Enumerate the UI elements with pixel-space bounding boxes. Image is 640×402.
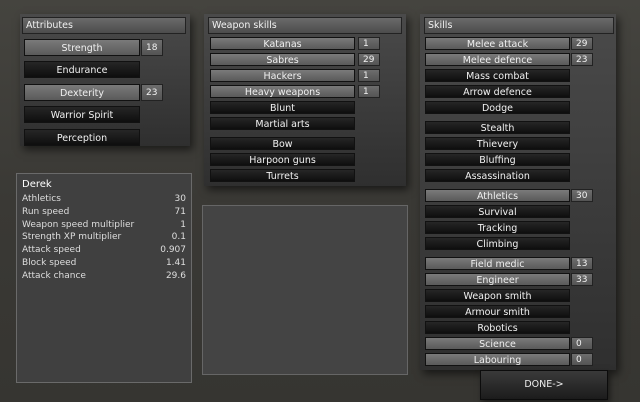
attr-dexterity-value: 23 [141, 84, 163, 101]
skill-field-medic-value: 13 [571, 257, 593, 270]
skill-robotics-button[interactable]: Robotics [425, 321, 570, 334]
attr-endurance-button[interactable]: Endurance [24, 61, 140, 78]
stat-value: 0.907 [160, 245, 186, 256]
stat-row: Strength XP multiplier 0.1 [22, 231, 186, 243]
stat-row: Attack speed 0.907 [22, 244, 186, 256]
skill-science-value: 0 [571, 337, 593, 350]
stat-value: 71 [174, 206, 186, 217]
attr-strength-value: 18 [141, 39, 163, 56]
stat-label: Block speed [22, 258, 77, 268]
stat-value: 0.1 [171, 232, 186, 243]
stat-row: Run speed 71 [22, 206, 186, 218]
skill-thievery-button[interactable]: Thievery [425, 137, 570, 150]
stat-value: 29.6 [165, 270, 186, 281]
skill-melee-attack-button[interactable]: Melee attack [425, 37, 570, 50]
skill-melee-defence-button[interactable]: Melee defence [425, 53, 570, 66]
skill-labouring-button[interactable]: Labouring [425, 353, 570, 366]
weapon-bow-button[interactable]: Bow [210, 137, 355, 150]
weapon-hackers-button[interactable]: Hackers [210, 69, 355, 82]
stat-value: 1 [180, 219, 186, 230]
character-name: Derek [22, 179, 52, 190]
skill-athletics-value: 30 [571, 189, 593, 202]
stat-value: 1.41 [165, 258, 186, 268]
skill-engineer-value: 33 [571, 273, 593, 286]
weapon-hackers-value: 1 [358, 69, 380, 82]
attr-strength-button[interactable]: Strength [24, 39, 140, 56]
weapon-sabres-value: 29 [358, 53, 380, 66]
stat-row: Block speed 1.41 [22, 257, 186, 269]
skill-climbing-button[interactable]: Climbing [425, 237, 570, 250]
stat-row: Attack chance 29.6 [22, 270, 186, 282]
attr-perception-button[interactable]: Perception [24, 129, 140, 146]
weapon-heavy-weapons-button[interactable]: Heavy weapons [210, 85, 355, 98]
skill-field-medic-button[interactable]: Field medic [425, 257, 570, 270]
skill-melee-attack-value: 29 [571, 37, 593, 50]
weapon-blunt-button[interactable]: Blunt [210, 101, 355, 114]
attr-dexterity-button[interactable]: Dexterity [24, 84, 140, 101]
weapon-katanas-value: 1 [358, 37, 380, 50]
skill-science-button[interactable]: Science [425, 337, 570, 350]
stat-label: Strength XP multiplier [22, 232, 122, 243]
skills-title: Skills [424, 17, 614, 34]
skill-labouring-value: 0 [571, 353, 593, 366]
stat-label: Athletics [22, 194, 61, 204]
skill-mass-combat-button[interactable]: Mass combat [425, 69, 570, 82]
weapon-martial-arts-button[interactable]: Martial arts [210, 117, 355, 130]
stat-label: Attack speed [22, 245, 81, 256]
skill-bluffing-button[interactable]: Bluffing [425, 153, 570, 166]
attr-warrior-spirit-button[interactable]: Warrior Spirit [24, 106, 140, 123]
skill-engineer-button[interactable]: Engineer [425, 273, 570, 286]
weapon-skills-title: Weapon skills [208, 17, 402, 34]
skill-stealth-button[interactable]: Stealth [425, 121, 570, 134]
weapon-detail-box [202, 205, 408, 375]
skill-armour-smith-button[interactable]: Armour smith [425, 305, 570, 318]
done-button[interactable]: DONE-> [480, 370, 608, 400]
skill-tracking-button[interactable]: Tracking [425, 221, 570, 234]
skill-arrow-defence-button[interactable]: Arrow defence [425, 85, 570, 98]
weapon-harpoon-guns-button[interactable]: Harpoon guns [210, 153, 355, 166]
character-info-panel: Derek Athletics 30 Run speed 71 Weapon speed… [16, 173, 192, 383]
stat-label: Weapon speed multiplier [22, 219, 135, 230]
weapon-heavy-weapons-value: 1 [358, 85, 380, 98]
weapon-sabres-button[interactable]: Sabres [210, 53, 355, 66]
stat-row: Athletics 30 [22, 193, 186, 205]
skill-survival-button[interactable]: Survival [425, 205, 570, 218]
stat-value: 30 [174, 194, 186, 204]
skill-melee-defence-value: 23 [571, 53, 593, 66]
stat-label: Run speed [22, 206, 70, 217]
stat-label: Attack chance [22, 270, 86, 281]
skill-assassination-button[interactable]: Assassination [425, 169, 570, 182]
weapon-katanas-button[interactable]: Katanas [210, 37, 355, 50]
skill-weapon-smith-button[interactable]: Weapon smith [425, 289, 570, 302]
skill-athletics-button[interactable]: Athletics [425, 189, 570, 202]
attributes-title: Attributes [22, 17, 186, 34]
weapon-turrets-button[interactable]: Turrets [210, 169, 355, 182]
stat-row: Weapon speed multiplier 1 [22, 219, 186, 231]
skill-dodge-button[interactable]: Dodge [425, 101, 570, 114]
